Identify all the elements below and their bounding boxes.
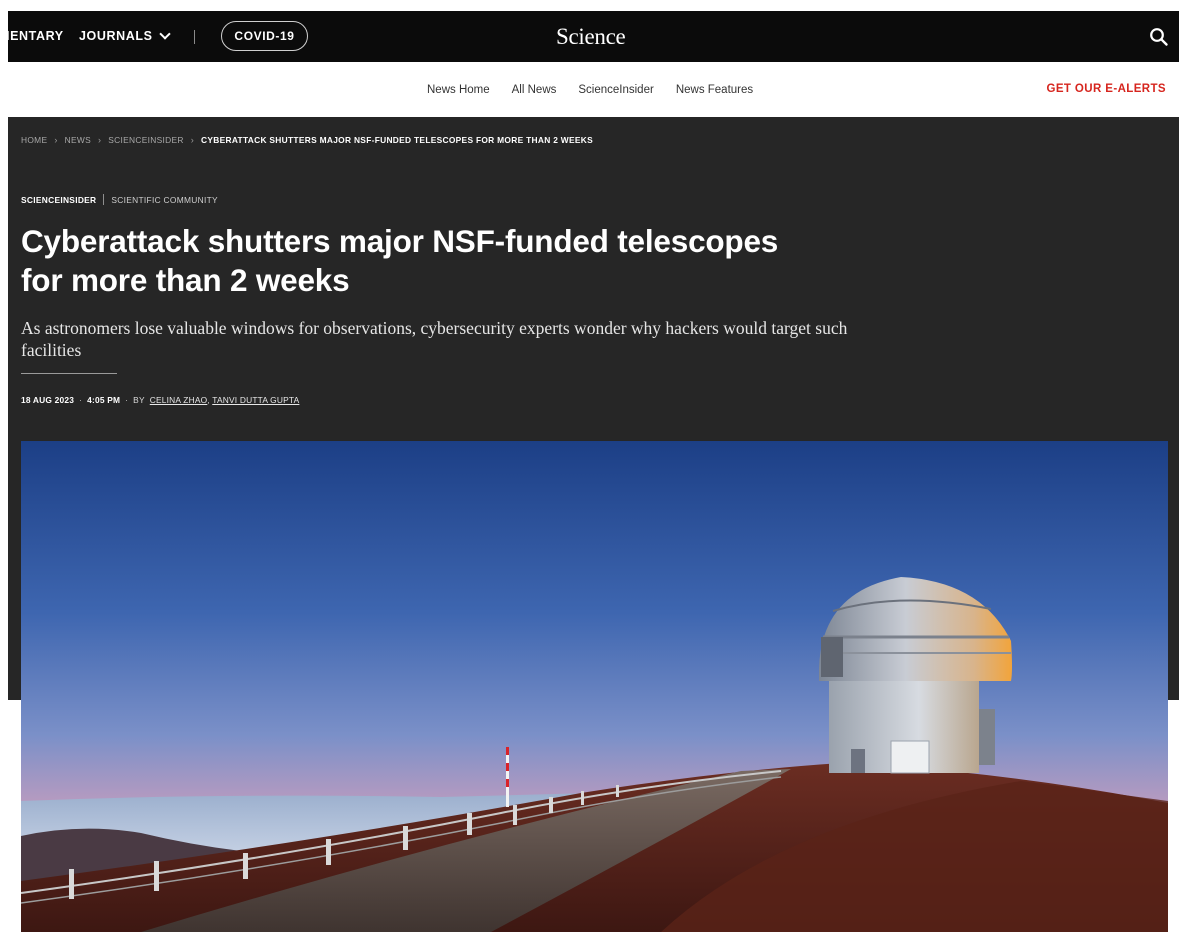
- kicker-section[interactable]: SCIENCEINSIDER: [21, 195, 96, 205]
- chevron-right-icon: ›: [190, 135, 194, 145]
- e-alerts-link[interactable]: GET OUR E-ALERTS: [1047, 62, 1167, 117]
- article-kicker: SCIENCEINSIDER SCIENTIFIC COMMUNITY: [21, 194, 218, 205]
- subnav-all-news[interactable]: All News: [512, 84, 557, 96]
- article-byline: 18 AUG 2023 · 4:05 PM · BY CELINA ZHAO, …: [21, 395, 299, 405]
- meta-separator: ·: [79, 395, 83, 405]
- science-logo[interactable]: Science: [556, 11, 626, 62]
- breadcrumb-news[interactable]: NEWS: [65, 135, 91, 145]
- covid-button[interactable]: COVID-19: [221, 21, 308, 51]
- news-subnav: News Home All News ScienceInsider News F…: [8, 62, 1179, 117]
- publish-time: 4:05 PM: [87, 395, 121, 405]
- news-links: News Home All News ScienceInsider News F…: [427, 62, 753, 117]
- chevron-right-icon: ›: [97, 135, 102, 145]
- header-rule: [21, 373, 117, 374]
- meta-separator: ·: [125, 395, 129, 405]
- article-dek: As astronomers lose valuable windows for…: [21, 318, 848, 360]
- chevron-right-icon: ›: [54, 135, 58, 145]
- breadcrumb-home[interactable]: HOME: [21, 135, 47, 145]
- subnav-news-features[interactable]: News Features: [676, 84, 753, 96]
- headline-line-1: Cyberattack shutters major NSF-funded te…: [21, 223, 779, 259]
- nav-commentary[interactable]: IENTARY: [6, 11, 64, 62]
- breadcrumb-scienceinsider[interactable]: SCIENCEINSIDER: [108, 135, 183, 145]
- publish-date: 18 AUG 2023: [21, 395, 75, 405]
- nav-journals-label: JOURNALS: [79, 29, 153, 43]
- author-list: CELINA ZHAO, TANVI DUTTA GUPTA: [150, 395, 300, 405]
- breadcrumb-current: CYBERATTACK SHUTTERS MAJOR NSF-FUNDED TE…: [201, 135, 593, 145]
- author-link[interactable]: CELINA ZHAO: [150, 395, 208, 405]
- search-icon[interactable]: [1149, 27, 1169, 47]
- author-link[interactable]: TANVI DUTTA GUPTA: [212, 395, 299, 405]
- chevron-down-icon: [158, 28, 171, 40]
- hero-image-telescope: [21, 441, 1168, 932]
- kicker-topic[interactable]: SCIENTIFIC COMMUNITY: [111, 195, 218, 205]
- breadcrumb: HOME › NEWS › SCIENCEINSIDER › CYBERATTA…: [21, 135, 593, 145]
- headline-line-2: for more than 2 weeks: [21, 262, 350, 298]
- byline-prefix: BY: [133, 395, 145, 405]
- nav-journals[interactable]: JOURNALS: [79, 11, 171, 62]
- top-navbar: IENTARY JOURNALS COVID-19 Science: [6, 11, 1179, 62]
- nav-divider: [194, 30, 195, 44]
- kicker-divider: [103, 194, 105, 205]
- subnav-scienceinsider[interactable]: ScienceInsider: [578, 84, 653, 96]
- telescope-photo-illustration: [21, 441, 1168, 932]
- subnav-news-home[interactable]: News Home: [427, 84, 490, 96]
- article-headline: Cyberattack shutters major NSF-funded te…: [21, 222, 881, 300]
